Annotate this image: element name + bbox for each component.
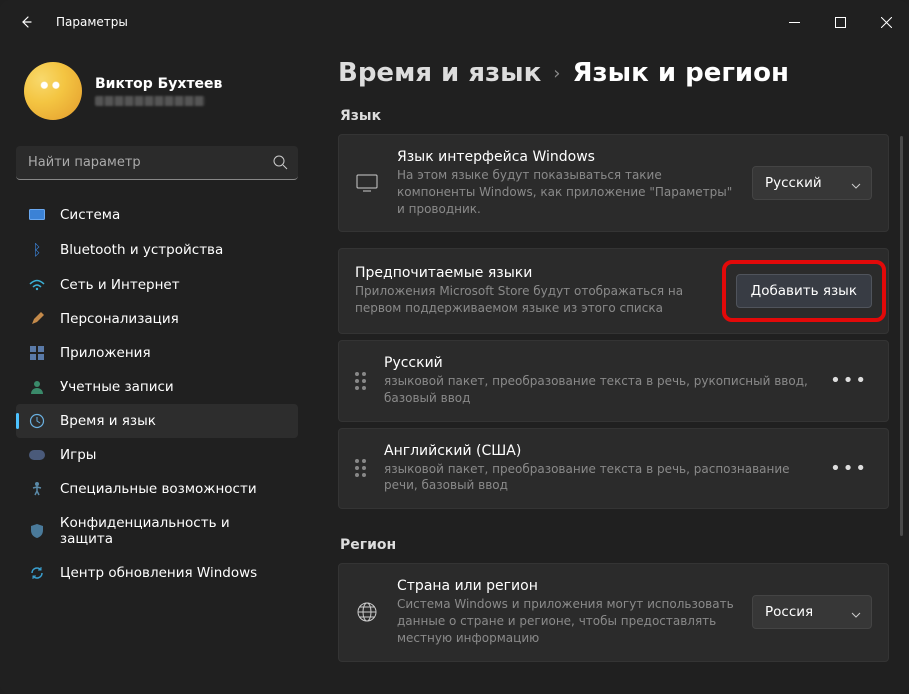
nav-label: Конфиденциальность и защита: [60, 515, 286, 547]
breadcrumb-parent[interactable]: Время и язык: [338, 58, 541, 88]
nav-label: Учетные записи: [60, 379, 174, 395]
nav-label: Приложения: [60, 345, 151, 361]
close-icon: [881, 17, 892, 28]
brush-icon: [28, 311, 46, 327]
more-button[interactable]: •••: [826, 370, 872, 391]
maximize-button[interactable]: [817, 6, 863, 38]
nav-personalization[interactable]: Персонализация: [16, 302, 298, 336]
card-desc: На этом языке будут показываться такие к…: [397, 167, 734, 217]
bluetooth-icon: ᛒ: [28, 241, 46, 259]
nav-accessibility[interactable]: Специальные возможности: [16, 472, 298, 506]
chevron-right-icon: ›: [553, 63, 560, 84]
search-icon: [272, 154, 288, 174]
card-desc: Приложения Microsoft Store будут отображ…: [355, 283, 718, 317]
search-box[interactable]: [16, 146, 298, 180]
user-icon: [28, 379, 46, 395]
nav-label: Специальные возможности: [60, 481, 257, 497]
add-language-button[interactable]: Добавить язык: [736, 274, 872, 308]
back-button[interactable]: [8, 4, 44, 40]
nav-time-language[interactable]: Время и язык: [16, 404, 298, 438]
drag-handle-icon[interactable]: [355, 459, 366, 477]
country-region-select[interactable]: Россия: [752, 595, 872, 629]
breadcrumb-current: Язык и регион: [573, 58, 789, 88]
sidebar: Виктор Бухтеев Система ᛒ Bluetooth и устр…: [0, 48, 310, 694]
nav-windows-update[interactable]: Центр обновления Windows: [16, 556, 298, 590]
section-language: Язык: [340, 108, 889, 124]
card-desc: Система Windows и приложения могут испол…: [397, 596, 734, 646]
card-title: Страна или регион: [397, 578, 734, 594]
nav-label: Игры: [60, 447, 96, 463]
more-button[interactable]: •••: [826, 458, 872, 479]
breadcrumb: Время и язык › Язык и регион: [338, 58, 889, 88]
nav-network[interactable]: Сеть и Интернет: [16, 268, 298, 302]
drag-handle-icon[interactable]: [355, 372, 366, 390]
preferred-languages-card: Предпочитаемые языки Приложения Microsof…: [338, 248, 889, 334]
button-label: Добавить язык: [751, 283, 857, 299]
nav-label: Центр обновления Windows: [60, 565, 257, 581]
title-bar: Параметры: [0, 0, 909, 44]
globe-icon: [355, 601, 379, 623]
main-content: Время и язык › Язык и регион Язык Язык и…: [310, 48, 909, 694]
update-icon: [28, 565, 46, 581]
gaming-icon: [28, 449, 46, 461]
arrow-left-icon: [18, 14, 34, 30]
minimize-icon: [789, 17, 800, 28]
language-item-russian[interactable]: Русский языковой пакет, преобразование т…: [338, 340, 889, 422]
app-title: Параметры: [56, 15, 128, 29]
shield-icon: [28, 523, 46, 539]
nav-bluetooth[interactable]: ᛒ Bluetooth и устройства: [16, 232, 298, 268]
chevron-down-icon: [851, 178, 861, 194]
section-region: Регион: [340, 537, 889, 553]
minimize-button[interactable]: [771, 6, 817, 38]
nav-label: Время и язык: [60, 413, 156, 429]
nav-privacy[interactable]: Конфиденциальность и защита: [16, 506, 298, 556]
nav-system[interactable]: Система: [16, 198, 298, 232]
language-features: языковой пакет, преобразование текста в …: [384, 461, 808, 495]
system-icon: [28, 209, 46, 221]
monitor-icon: [355, 174, 379, 192]
language-name: Английский (США): [384, 443, 808, 459]
country-region-card[interactable]: Страна или регион Система Windows и прил…: [338, 563, 889, 661]
search-input[interactable]: [16, 146, 298, 179]
nav-accounts[interactable]: Учетные записи: [16, 370, 298, 404]
settings-window: Параметры Виктор Бухтеев: [0, 0, 909, 694]
clock-globe-icon: [28, 413, 46, 429]
profile-name: Виктор Бухтеев: [95, 76, 222, 92]
language-item-english[interactable]: Английский (США) языковой пакет, преобра…: [338, 428, 889, 510]
nav-label: Bluetooth и устройства: [60, 242, 223, 258]
card-title: Язык интерфейса Windows: [397, 149, 734, 165]
display-language-card[interactable]: Язык интерфейса Windows На этом языке бу…: [338, 134, 889, 232]
scrollbar[interactable]: [900, 136, 903, 536]
card-title: Предпочитаемые языки: [355, 265, 718, 281]
profile-email-blurred: [95, 96, 205, 106]
language-name: Русский: [384, 355, 808, 371]
wifi-icon: [28, 279, 46, 291]
nav-label: Персонализация: [60, 311, 179, 327]
accessibility-icon: [28, 481, 46, 497]
profile-block[interactable]: Виктор Бухтеев: [16, 48, 298, 138]
apps-icon: [28, 345, 46, 361]
display-language-select[interactable]: Русский: [752, 166, 872, 200]
chevron-down-icon: [851, 607, 861, 623]
language-features: языковой пакет, преобразование текста в …: [384, 373, 808, 407]
select-value: Русский: [765, 175, 822, 191]
maximize-icon: [835, 17, 846, 28]
close-button[interactable]: [863, 6, 909, 38]
avatar: [24, 62, 82, 120]
nav-gaming[interactable]: Игры: [16, 438, 298, 472]
nav-label: Система: [60, 207, 120, 223]
nav-list: Система ᛒ Bluetooth и устройства Сеть и И…: [16, 198, 298, 590]
nav-label: Сеть и Интернет: [60, 277, 180, 293]
select-value: Россия: [765, 604, 813, 620]
nav-apps[interactable]: Приложения: [16, 336, 298, 370]
